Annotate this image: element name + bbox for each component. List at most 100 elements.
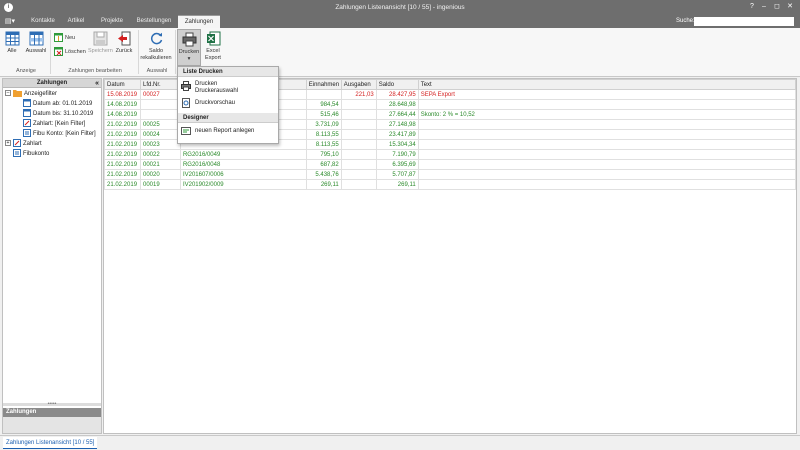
help-icon[interactable]: ? [747,2,757,12]
cell-datum[interactable]: 21.02.2019 [104,179,141,190]
tab-bestellungen[interactable]: Bestellungen [133,15,175,28]
cell-text[interactable] [417,169,797,180]
column-header-datum[interactable]: Datum [104,79,141,90]
cell-text[interactable]: Skonto: 2 % = 10,52 [417,109,797,120]
panel-splitter[interactable]: ••••• [3,402,101,407]
cell-text[interactable] [417,129,797,140]
tab-projekte[interactable]: Projekte [96,15,128,28]
cell-text[interactable] [417,99,797,110]
excel-export-button[interactable]: Excel Export [203,31,223,61]
cell-saldo[interactable]: 28.427,95 [375,89,419,100]
search-input[interactable] [694,17,794,26]
cell-lfdnr[interactable]: 00025 [139,119,181,130]
cell-beleg[interactable]: RG2016/0048 [179,159,307,170]
cell-ausgaben[interactable] [340,139,377,150]
neu-button[interactable]: Neu [54,33,75,43]
zurueck-button[interactable]: Zurück [114,31,134,55]
drucken-button[interactable]: Drucken ▾ [177,29,201,66]
dropdown-item-neuer-report[interactable]: neuen Report anlegen [178,126,278,136]
cell-ausgaben[interactable] [340,129,377,140]
cell-ausgaben[interactable]: 221,03 [340,89,377,100]
cell-lfdnr[interactable] [139,109,181,120]
tree-item-filter[interactable]: Datum bis: 31.10.2019 [23,109,93,119]
cell-datum[interactable]: 21.02.2019 [104,149,141,160]
cell-lfdnr[interactable]: 00027 [139,89,181,100]
cell-datum[interactable]: 14.08.2019 [104,99,141,110]
cell-text[interactable]: SEPA Export [417,89,797,100]
collapse-tree-icon[interactable]: – [5,90,11,97]
cell-einnahmen[interactable]: 3.731,09 [305,119,342,130]
cell-datum[interactable]: 15.08.2019 [104,89,141,100]
speichern-button[interactable]: Speichern [88,31,113,55]
cell-lfdnr[interactable]: 00024 [139,129,181,140]
tree-item-filter[interactable]: Datum ab: 01.01.2019 [23,99,92,109]
tree-item-filter[interactable]: Fibu Konto: [Kein Filter] [23,129,96,139]
cell-lfdnr[interactable] [139,99,181,110]
cell-saldo[interactable]: 28.648,98 [375,99,419,110]
cell-saldo[interactable]: 15.304,34 [375,139,419,150]
left-panel-bottom-header[interactable]: Zahlungen [3,408,101,417]
maximize-icon[interactable]: ◻ [772,2,782,12]
tree-item-zahlart[interactable]: + Zahlart [5,139,42,149]
cell-ausgaben[interactable] [340,119,377,130]
saldo-rekalkulieren-button[interactable]: Saldo rekalkulieren [140,31,172,61]
cell-ausgaben[interactable] [340,99,377,110]
cell-einnahmen[interactable]: 269,11 [305,179,342,190]
tree-item-fibukonto[interactable]: Fibukonto [13,149,49,159]
cell-datum[interactable]: 21.02.2019 [104,169,141,180]
table-row[interactable]: 21.02.2019 00019 IV201902/0009 269,11 269,11 [104,179,797,190]
tree-item-filter[interactable]: Zahlart: [Kein Filter] [23,119,85,129]
cell-ausgaben[interactable] [340,159,377,170]
column-header-lfdnr[interactable]: Lfd.Nr. [139,79,181,90]
expand-tree-icon[interactable]: + [5,140,11,147]
cell-text[interactable] [417,139,797,150]
cell-datum[interactable]: 21.02.2019 [104,139,141,150]
cell-einnahmen[interactable]: 8.113,55 [305,129,342,140]
cell-beleg[interactable]: RG2016/0049 [179,149,307,160]
table-row[interactable]: 21.02.2019 00020 IV201607/0006 5.438,76 5.70… [104,169,797,180]
cell-einnahmen[interactable]: 5.438,76 [305,169,342,180]
alle-button[interactable]: Alle [3,31,21,55]
cell-einnahmen[interactable]: 795,10 [305,149,342,160]
tab-kontakte[interactable]: Kontakte [26,15,60,28]
dropdown-item-drucken[interactable]: Drucken Druckerauswahl [178,81,278,95]
close-icon[interactable]: ✕ [785,2,795,12]
status-tab-zahlungen[interactable]: Zahlungen Listenansicht [10 / 55] [3,437,98,449]
cell-einnahmen[interactable]: 984,54 [305,99,342,110]
cell-ausgaben[interactable] [340,169,377,180]
cell-beleg[interactable]: IV201902/0009 [179,179,307,190]
table-row[interactable]: 21.02.2019 00021 RG2016/0048 687,82 6.395,69 [104,159,797,170]
cell-einnahmen[interactable]: 8.113,55 [305,139,342,150]
cell-einnahmen[interactable]: 515,46 [305,109,342,120]
tab-zahlungen[interactable]: Zahlungen [178,15,220,28]
cell-lfdnr[interactable]: 00021 [139,159,181,170]
cell-datum[interactable]: 21.02.2019 [104,159,141,170]
cell-saldo[interactable]: 27.664,44 [375,109,419,120]
collapse-icon[interactable]: « [95,79,99,88]
dropdown-item-druckvorschau[interactable]: Druckvorschau [178,98,278,108]
cell-saldo[interactable]: 269,11 [375,179,419,190]
column-header-ausgaben[interactable]: Ausgaben [340,79,377,90]
minimize-icon[interactable]: – [759,2,769,12]
cell-saldo[interactable]: 27.148,98 [375,119,419,130]
cell-lfdnr[interactable]: 00019 [139,179,181,190]
cell-text[interactable] [417,159,797,170]
tab-artikel[interactable]: Artikel [62,15,90,28]
column-header-saldo[interactable]: Saldo [375,79,419,90]
cell-text[interactable] [417,119,797,130]
cell-lfdnr[interactable]: 00020 [139,169,181,180]
cell-saldo[interactable]: 7.190,79 [375,149,419,160]
table-row[interactable]: 21.02.2019 00022 RG2016/0049 795,10 7.190,79 [104,149,797,160]
cell-ausgaben[interactable] [340,109,377,120]
cell-saldo[interactable]: 5.707,87 [375,169,419,180]
cell-text[interactable] [417,179,797,190]
cell-datum[interactable]: 14.08.2019 [104,109,141,120]
cell-text[interactable] [417,149,797,160]
cell-saldo[interactable]: 23.417,89 [375,129,419,140]
file-menu-icon[interactable]: ▤▾ [3,17,17,26]
tree-item-anzeigefilter[interactable]: – Anzeigefilter [5,89,57,99]
cell-einnahmen[interactable]: 687,82 [305,159,342,170]
cell-ausgaben[interactable] [340,149,377,160]
loeschen-button[interactable]: Löschen [54,47,86,57]
cell-ausgaben[interactable] [340,179,377,190]
